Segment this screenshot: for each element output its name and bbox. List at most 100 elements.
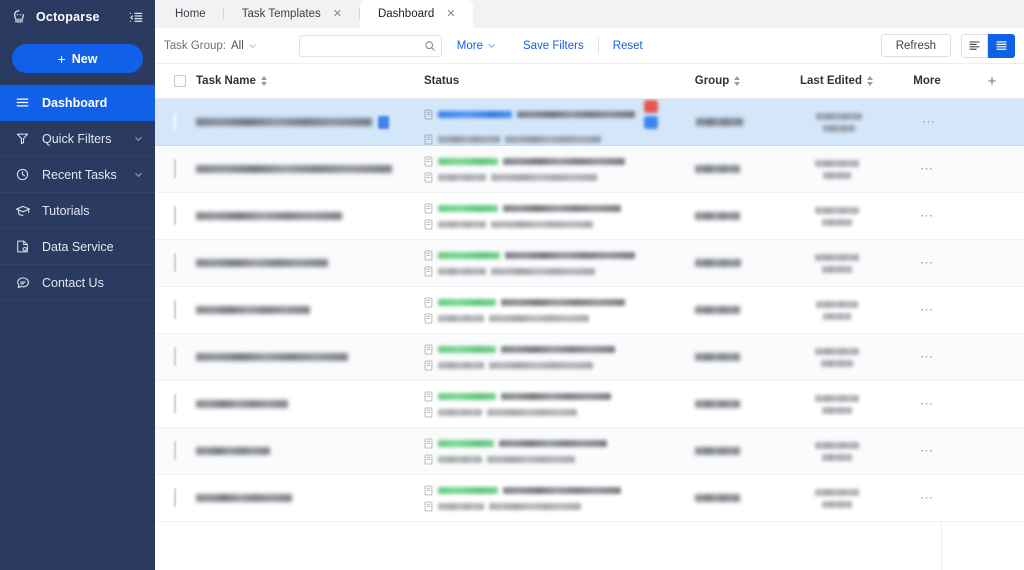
cell-task-name[interactable]: [196, 115, 424, 129]
row-checkbox[interactable]: [174, 253, 176, 272]
cell-task-name[interactable]: [196, 447, 424, 455]
cell-group: [656, 400, 779, 408]
search-input[interactable]: [306, 39, 424, 52]
table-row[interactable]: ⋯: [155, 334, 1024, 381]
select-all-checkbox[interactable]: [174, 75, 186, 87]
close-icon[interactable]: ✕: [446, 8, 455, 20]
redacted-edited-date: [815, 112, 862, 120]
sort-group-icon[interactable]: [734, 76, 741, 86]
redacted-edited-date: [814, 206, 859, 214]
close-icon[interactable]: ✕: [333, 8, 342, 20]
row-more-menu-icon[interactable]: ⋯: [894, 255, 960, 271]
column-header-task-name[interactable]: Task Name: [196, 75, 424, 87]
sidebar-nav: Dashboard Quick Filters Recent Tasks Tut…: [0, 85, 155, 301]
save-filters-button[interactable]: Save Filters: [523, 40, 584, 52]
status-secondary-line: [424, 133, 658, 145]
status-primary-line: [424, 390, 656, 402]
cell-task-name[interactable]: [196, 259, 424, 267]
row-checkbox[interactable]: [174, 488, 176, 507]
table-row[interactable]: ⋯: [155, 428, 1024, 475]
row-action-buttons[interactable]: [644, 99, 658, 129]
cell-last-edited: [781, 112, 896, 132]
redacted-status-label: [438, 267, 486, 275]
cell-group: [656, 447, 779, 455]
list-detail-view-icon[interactable]: [988, 33, 1015, 58]
cell-task-name[interactable]: [196, 212, 424, 220]
cell-task-name[interactable]: [196, 353, 424, 361]
sidebar-item-contact-us[interactable]: Contact Us: [0, 265, 155, 301]
row-checkbox[interactable]: [174, 394, 176, 413]
cell-last-edited: [779, 347, 894, 367]
row-checkbox[interactable]: [174, 347, 176, 366]
column-header-group[interactable]: Group: [656, 75, 779, 87]
sidebar-collapse-icon[interactable]: [127, 8, 146, 27]
sidebar-item-quick-filters[interactable]: Quick Filters: [0, 121, 155, 157]
redacted-status-label: [438, 408, 482, 416]
stop-task-button[interactable]: [644, 99, 658, 113]
funnel-filter-icon: [14, 130, 31, 147]
sidebar-item-data-service[interactable]: Data Service: [0, 229, 155, 265]
row-checkbox-cell: [174, 112, 196, 131]
export-data-button[interactable]: [644, 115, 658, 129]
cell-task-name[interactable]: [196, 494, 424, 502]
clock-history-icon: [14, 166, 31, 183]
table-row[interactable]: ⋯: [155, 381, 1024, 428]
tab-task-templates[interactable]: Task Templates ✕: [224, 0, 360, 28]
redacted-status-detail: [501, 345, 615, 353]
row-more-menu-icon[interactable]: ⋯: [894, 396, 960, 412]
redacted-status-meta: [487, 408, 577, 416]
row-more-menu-icon[interactable]: ⋯: [894, 349, 960, 365]
chevron-down-icon: [488, 44, 495, 49]
row-more-menu-icon[interactable]: ⋯: [894, 302, 960, 318]
reset-filters-button[interactable]: Reset: [613, 40, 643, 52]
chevron-down-icon: [249, 44, 256, 49]
row-checkbox[interactable]: [174, 159, 176, 178]
redacted-edited-time: [820, 359, 853, 367]
list-compact-view-icon[interactable]: [961, 33, 988, 58]
redacted-status-state: [438, 204, 498, 212]
table-row[interactable]: ⋯: [155, 287, 1024, 334]
redacted-status-meta: [491, 267, 595, 275]
task-group-select[interactable]: All: [231, 40, 257, 52]
new-task-button[interactable]: + New: [12, 44, 143, 73]
table-row[interactable]: ⋯: [155, 240, 1024, 287]
status-secondary-line: [424, 265, 656, 277]
cell-task-name[interactable]: [196, 400, 424, 408]
redacted-status-detail: [499, 439, 607, 447]
cell-task-name[interactable]: [196, 306, 424, 314]
table-row[interactable]: ⋯: [155, 99, 1024, 146]
status-secondary-line: [424, 500, 656, 512]
row-checkbox[interactable]: [174, 112, 176, 131]
more-filters-button[interactable]: More: [457, 40, 496, 52]
status-secondary-line: [424, 171, 656, 183]
column-label: Task Name: [196, 75, 256, 87]
tab-dashboard[interactable]: Dashboard ✕: [359, 0, 474, 28]
column-header-last-edited[interactable]: Last Edited: [779, 75, 894, 87]
search-icon[interactable]: [424, 40, 436, 52]
sort-last-edited-icon[interactable]: [866, 76, 873, 86]
sidebar-item-recent-tasks[interactable]: Recent Tasks: [0, 157, 155, 193]
sidebar-item-tutorials[interactable]: Tutorials: [0, 193, 155, 229]
redacted-status-meta: [489, 314, 589, 322]
redacted-status-label: [438, 220, 486, 228]
row-checkbox[interactable]: [174, 300, 176, 319]
add-column-button[interactable]: +: [960, 73, 1024, 90]
sidebar-item-dashboard[interactable]: Dashboard: [0, 85, 155, 121]
cell-group: [656, 494, 779, 502]
sort-task-name-icon[interactable]: [260, 76, 267, 86]
row-more-menu-icon[interactable]: ⋯: [894, 490, 960, 506]
row-checkbox[interactable]: [174, 441, 176, 460]
row-checkbox[interactable]: [174, 206, 176, 225]
table-row[interactable]: ⋯: [155, 146, 1024, 193]
redacted-edited-time: [821, 218, 852, 226]
refresh-button[interactable]: Refresh: [880, 34, 951, 57]
tab-home[interactable]: Home: [157, 0, 224, 28]
table-row[interactable]: ⋯: [155, 193, 1024, 240]
search-box[interactable]: [298, 34, 442, 57]
cell-task-name[interactable]: [196, 165, 424, 173]
row-more-menu-icon[interactable]: ⋯: [894, 208, 960, 224]
row-more-menu-icon[interactable]: ⋯: [894, 443, 960, 459]
row-more-menu-icon[interactable]: ⋯: [894, 161, 960, 177]
row-more-menu-icon[interactable]: ⋯: [896, 114, 962, 130]
table-row[interactable]: ⋯: [155, 475, 1024, 522]
